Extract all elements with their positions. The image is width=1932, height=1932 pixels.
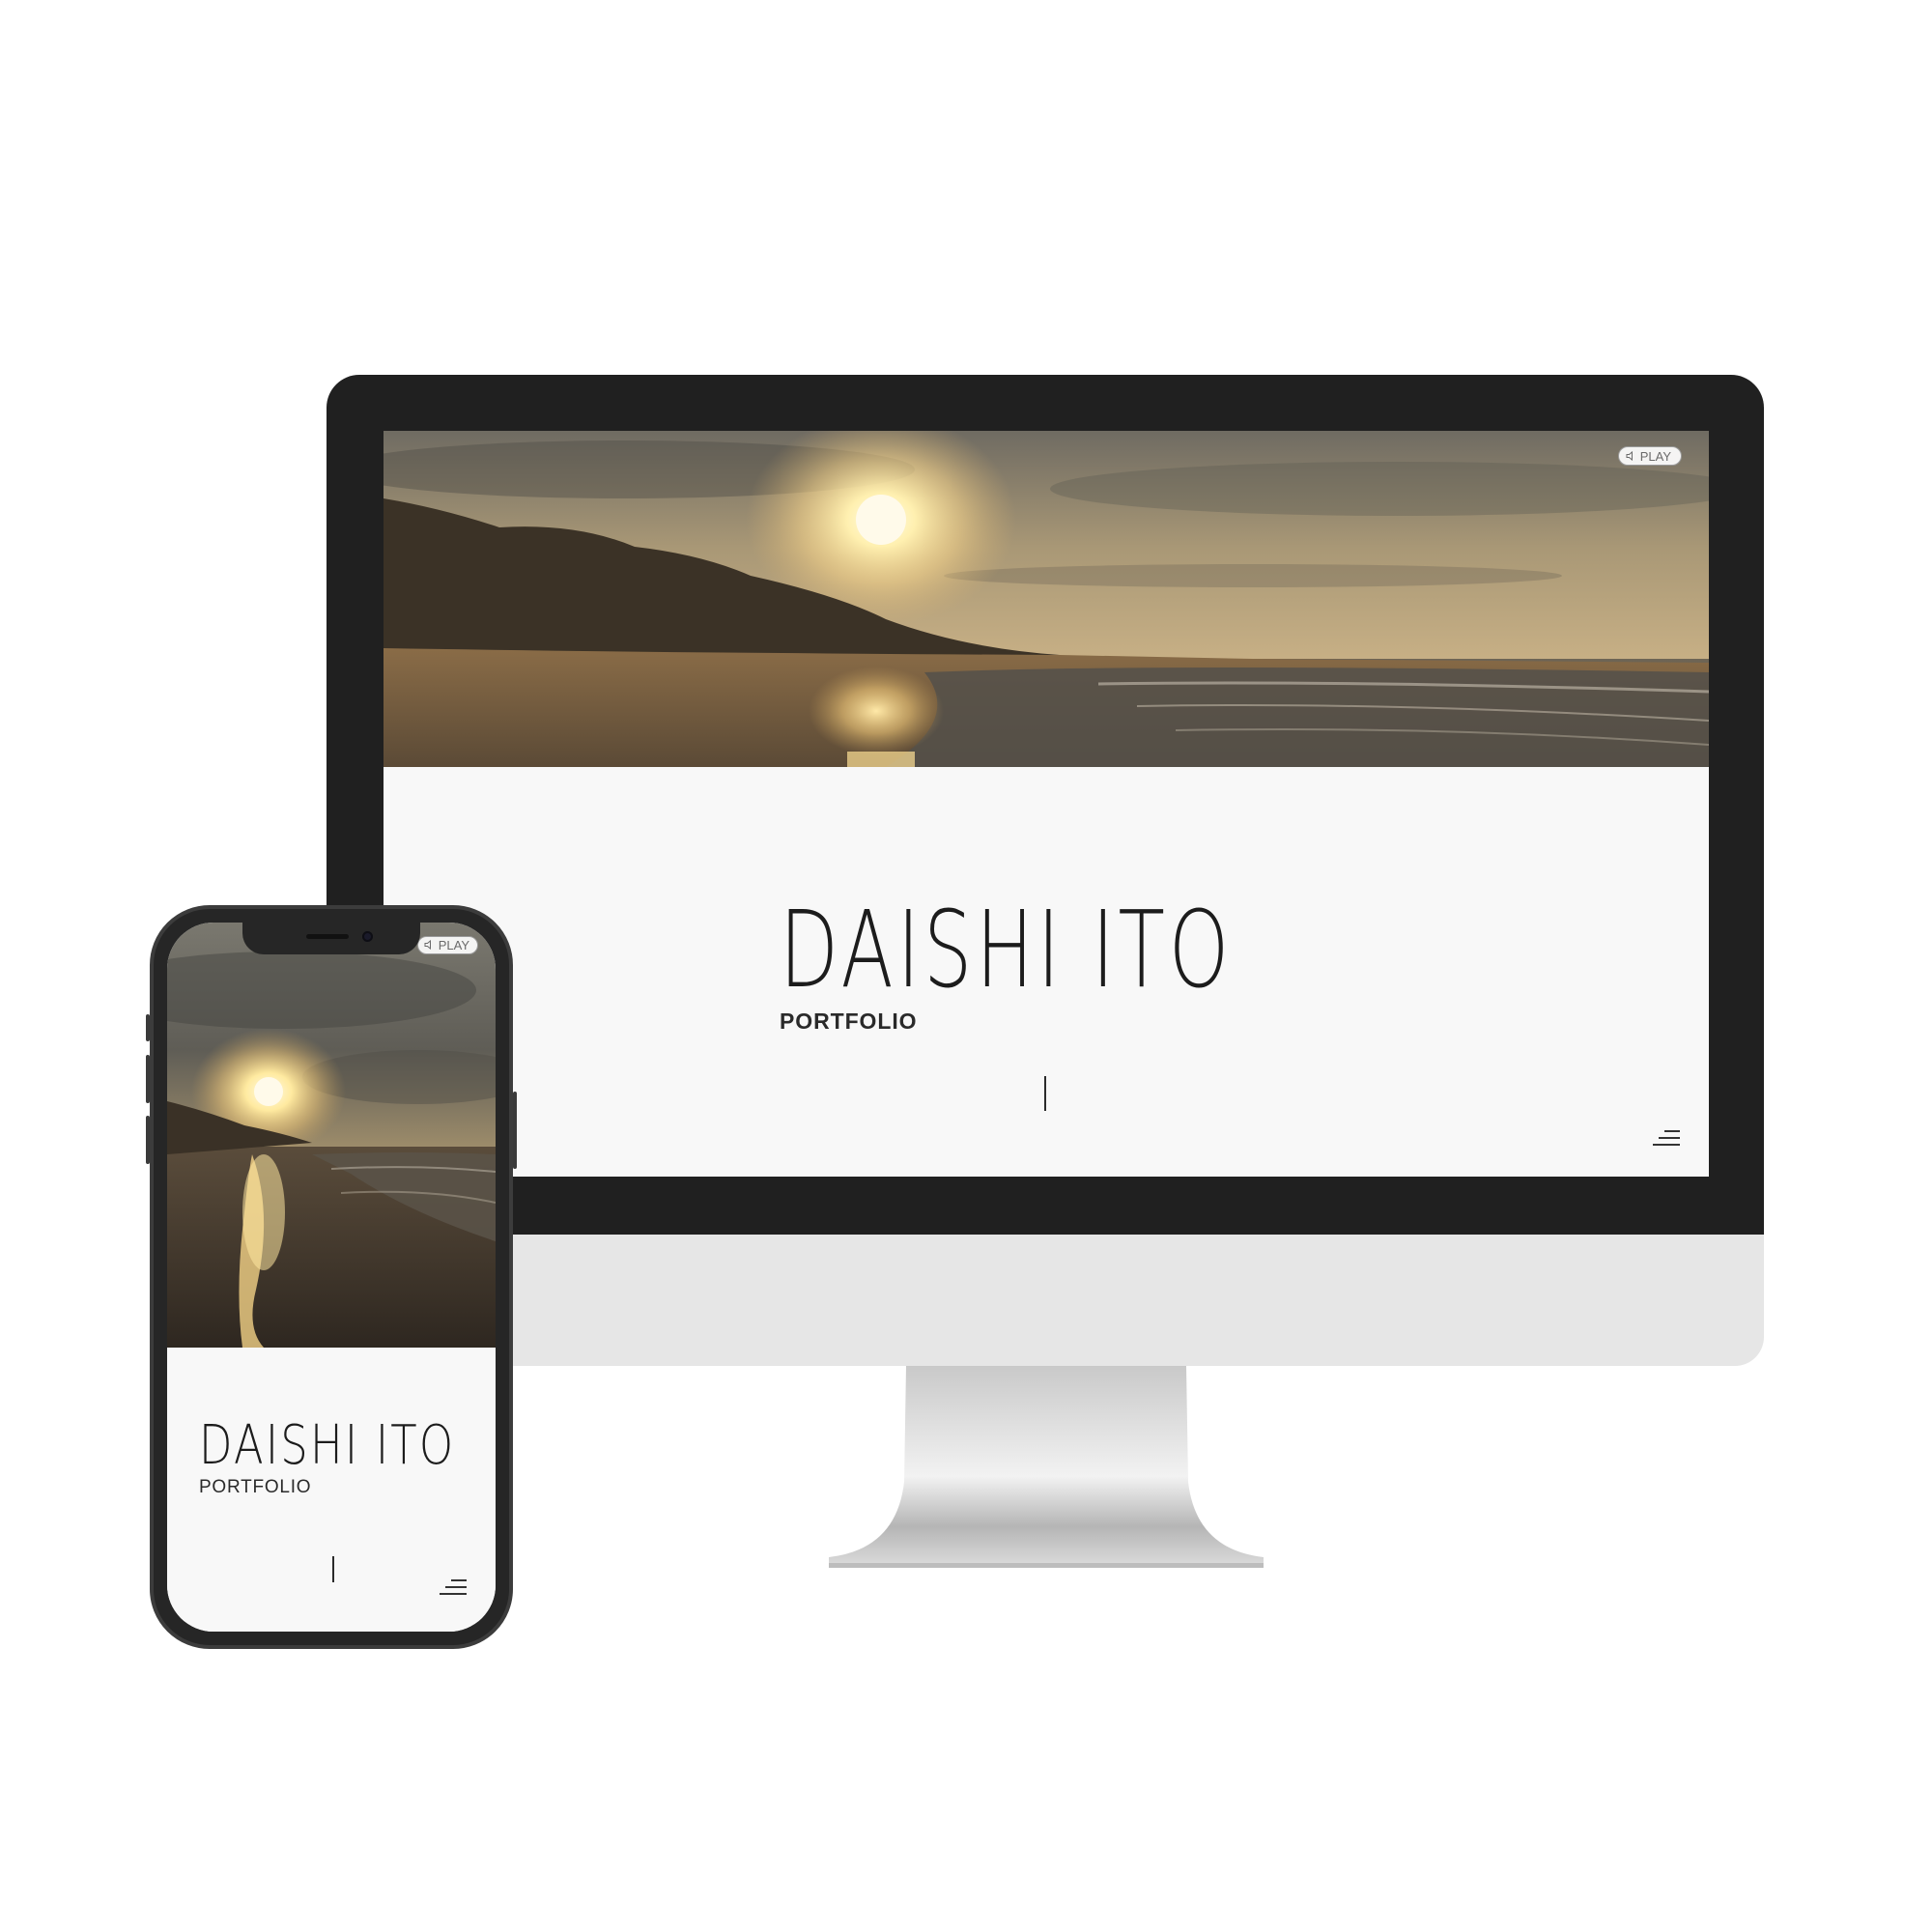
hero-video bbox=[384, 431, 1709, 767]
mobile-screen: PLAY DAISHI ITO PORTFOLIO bbox=[167, 923, 496, 1632]
imac-chin bbox=[327, 1235, 1764, 1366]
sunset-beach-image bbox=[167, 923, 496, 1348]
earpiece bbox=[306, 934, 349, 939]
site-logo[interactable]: DAISHI ITO PORTFOLIO bbox=[780, 896, 1409, 1035]
play-button[interactable]: PLAY bbox=[416, 936, 478, 954]
play-label: PLAY bbox=[438, 938, 469, 952]
play-label: PLAY bbox=[1639, 448, 1671, 464]
scroll-indicator bbox=[1044, 1076, 1046, 1111]
desktop-screen: PLAY DAISHI ITO PORTFOLIO bbox=[384, 431, 1709, 1177]
menu-icon[interactable] bbox=[1653, 1128, 1680, 1148]
site-logo[interactable]: DAISHI ITO PORTFOLIO bbox=[199, 1419, 496, 1498]
play-button[interactable]: PLAY bbox=[1617, 446, 1682, 466]
hero-video bbox=[167, 923, 496, 1348]
logo-subtitle: PORTFOLIO bbox=[199, 1477, 312, 1497]
logo-subtitle: PORTFOLIO bbox=[780, 1009, 918, 1034]
menu-icon[interactable] bbox=[440, 1577, 467, 1597]
logo-title: DAISHI ITO bbox=[199, 1414, 456, 1477]
scroll-indicator bbox=[332, 1556, 334, 1582]
phone-power-button bbox=[513, 1092, 517, 1169]
speaker-icon bbox=[1626, 449, 1635, 464]
imac-stand bbox=[829, 1366, 1264, 1568]
logo-title: DAISHI ITO bbox=[780, 888, 1234, 1011]
phone-notch bbox=[242, 923, 420, 954]
front-camera bbox=[362, 931, 373, 942]
sunset-beach-image bbox=[384, 431, 1709, 767]
speaker-icon bbox=[424, 938, 434, 952]
